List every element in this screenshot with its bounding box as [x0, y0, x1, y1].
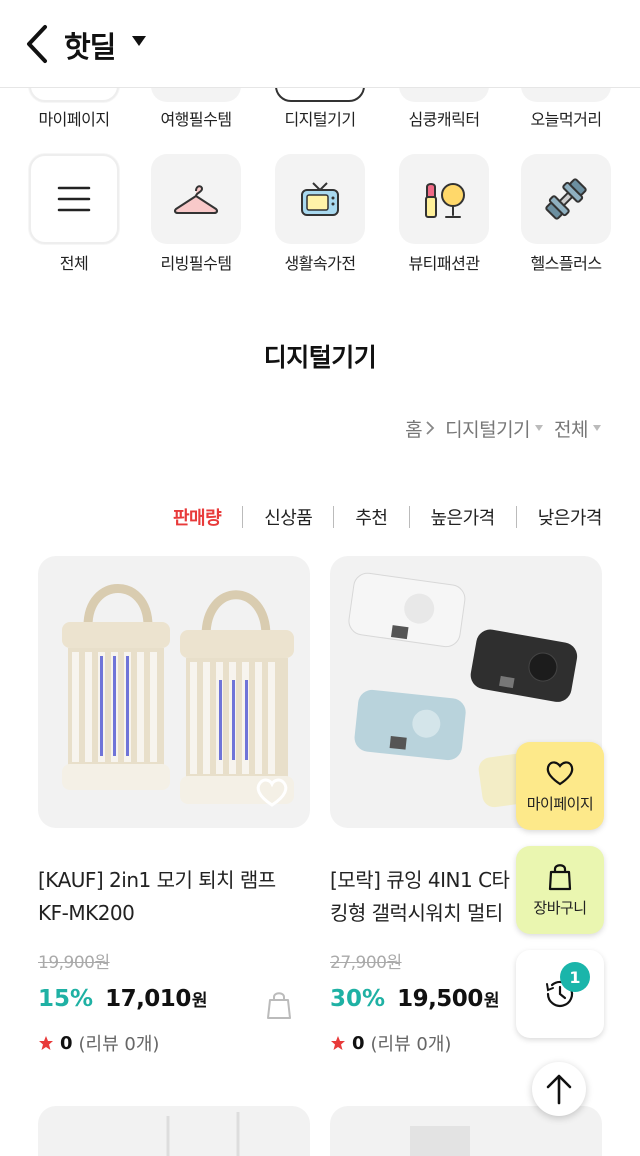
sort-tab-recommend[interactable]: 추천 — [355, 504, 388, 530]
divider — [408, 506, 410, 528]
floating-cart-button[interactable]: 장바구니 — [516, 846, 604, 934]
review-count: (리뷰 0개) — [370, 1034, 452, 1055]
top-header: 핫딜 — [0, 0, 640, 88]
recent-viewed-button[interactable]: 1 — [516, 950, 604, 1038]
back-button[interactable] — [18, 22, 54, 66]
breadcrumb-label: 홈 — [405, 418, 423, 441]
add-to-cart-bag-icon[interactable] — [266, 990, 292, 1020]
breadcrumb-label: 디지털기기 — [445, 418, 531, 441]
sort-tab-high-price[interactable]: 높은가격 — [431, 504, 496, 530]
price-row: 30% 19,500 원 — [330, 986, 499, 1012]
section-title: 디지털기기 — [263, 343, 377, 372]
floating-mypage-button[interactable]: 마이페이지 — [516, 742, 604, 830]
category-label: 리빙필수템 — [160, 254, 232, 273]
shopping-bag-icon — [548, 863, 572, 890]
chevron-right-icon — [426, 421, 435, 435]
sale-price: 17,010 — [105, 986, 191, 1012]
discount-rate: 15% — [38, 986, 94, 1012]
product-image[interactable] — [38, 556, 310, 828]
caret-down-icon — [535, 425, 544, 431]
sort-tab-low-price[interactable]: 낮은가격 — [538, 504, 603, 530]
arrow-up-icon — [546, 1074, 572, 1105]
fab-label: 마이페이지 — [526, 794, 594, 813]
caret-down-icon[interactable] — [128, 30, 150, 52]
menu-icon — [29, 154, 119, 244]
chevron-left-icon — [27, 25, 47, 63]
divider — [333, 506, 335, 528]
sort-tabs: 판매량 신상품 추천 높은가격 낮은가격 — [173, 504, 603, 530]
star-icon — [39, 1036, 53, 1050]
heart-icon — [546, 760, 574, 785]
breadcrumb-label: 전체 — [554, 418, 588, 441]
scroll-to-top-button[interactable] — [532, 1062, 586, 1116]
caret-down-icon — [593, 425, 601, 431]
rating-score: 0 — [352, 1032, 365, 1054]
category-label: 오늘먹거리 — [530, 110, 602, 129]
rating: 0 (리뷰 0개) — [330, 1030, 451, 1056]
category-label: 헬스플러스 — [530, 254, 602, 273]
breadcrumb-home[interactable]: 홈 — [405, 415, 435, 442]
fab-label: 장바구니 — [533, 898, 587, 917]
product-image[interactable] — [38, 1106, 310, 1156]
product-name[interactable]: [모락] 큐잉 4IN1 C타 킹형 갤럭시워치 멀티 — [330, 864, 520, 930]
star-icon — [331, 1036, 345, 1050]
category-label: 심쿵캐릭터 — [408, 110, 480, 129]
sort-tab-sales[interactable]: 판매량 — [173, 504, 222, 530]
wishlist-heart-icon[interactable] — [254, 774, 290, 810]
currency-unit: 원 — [191, 991, 208, 1011]
price-row: 15% 17,010 원 — [38, 986, 207, 1012]
category-label: 전체 — [59, 254, 89, 273]
category-label: 뷰티패션관 — [408, 254, 480, 273]
beauty-icon — [399, 154, 489, 244]
page-title[interactable]: 핫딜 — [64, 24, 116, 66]
rating: 0 (리뷰 0개) — [38, 1030, 159, 1056]
sale-price: 19,500 — [397, 986, 483, 1012]
divider — [515, 506, 517, 528]
recent-count-badge: 1 — [560, 962, 590, 992]
category-label: 여행필수템 — [160, 110, 232, 129]
category-label: 디지털기기 — [284, 110, 356, 129]
rating-score: 0 — [60, 1032, 73, 1054]
original-price: 27,900원 — [330, 953, 402, 973]
breadcrumb-subcategory[interactable]: 전체 — [554, 415, 602, 442]
divider — [242, 506, 244, 528]
sort-tab-new[interactable]: 신상품 — [264, 504, 313, 530]
currency-unit: 원 — [483, 991, 500, 1011]
product-name[interactable]: [KAUF] 2in1 모기 퇴치 램프 KF-MK200 — [38, 864, 310, 930]
category-label: 마이페이지 — [38, 110, 110, 129]
dumbbell-icon — [521, 154, 611, 244]
hanger-icon — [151, 154, 241, 244]
review-count: (리뷰 0개) — [78, 1034, 160, 1055]
breadcrumb: 홈 디지털기기 전체 — [405, 414, 602, 442]
discount-rate: 30% — [330, 986, 386, 1012]
category-label: 생활속가전 — [284, 254, 356, 273]
tv-icon — [275, 154, 365, 244]
breadcrumb-category[interactable]: 디지털기기 — [445, 415, 544, 442]
original-price: 19,900원 — [38, 953, 110, 973]
